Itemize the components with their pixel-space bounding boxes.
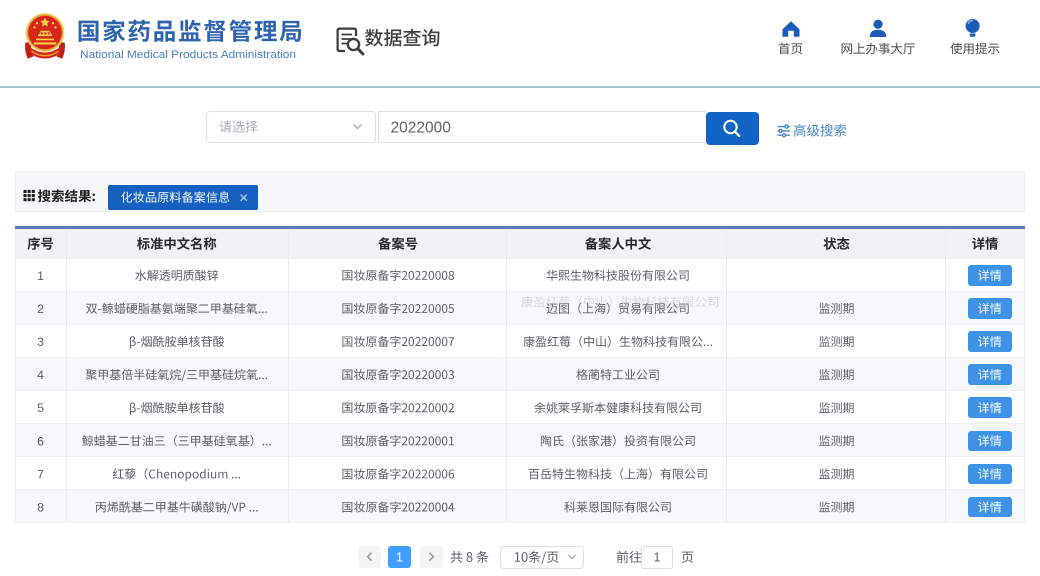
svg-text:1: 1	[37, 269, 44, 283]
svg-text:2: 2	[37, 302, 44, 316]
svg-text:7: 7	[37, 467, 44, 481]
svg-text:6: 6	[37, 434, 44, 448]
svg-text:3: 3	[37, 335, 44, 349]
svg-text:5: 5	[37, 401, 44, 415]
svg-text:1: 1	[654, 550, 661, 564]
svg-text:National Medical Products Admi: National Medical Products Administration	[80, 49, 296, 61]
svg-text:2022000: 2022000	[391, 120, 452, 137]
svg-text:4: 4	[37, 368, 44, 382]
svg-text:1: 1	[396, 550, 403, 564]
svg-text:8: 8	[37, 501, 44, 515]
